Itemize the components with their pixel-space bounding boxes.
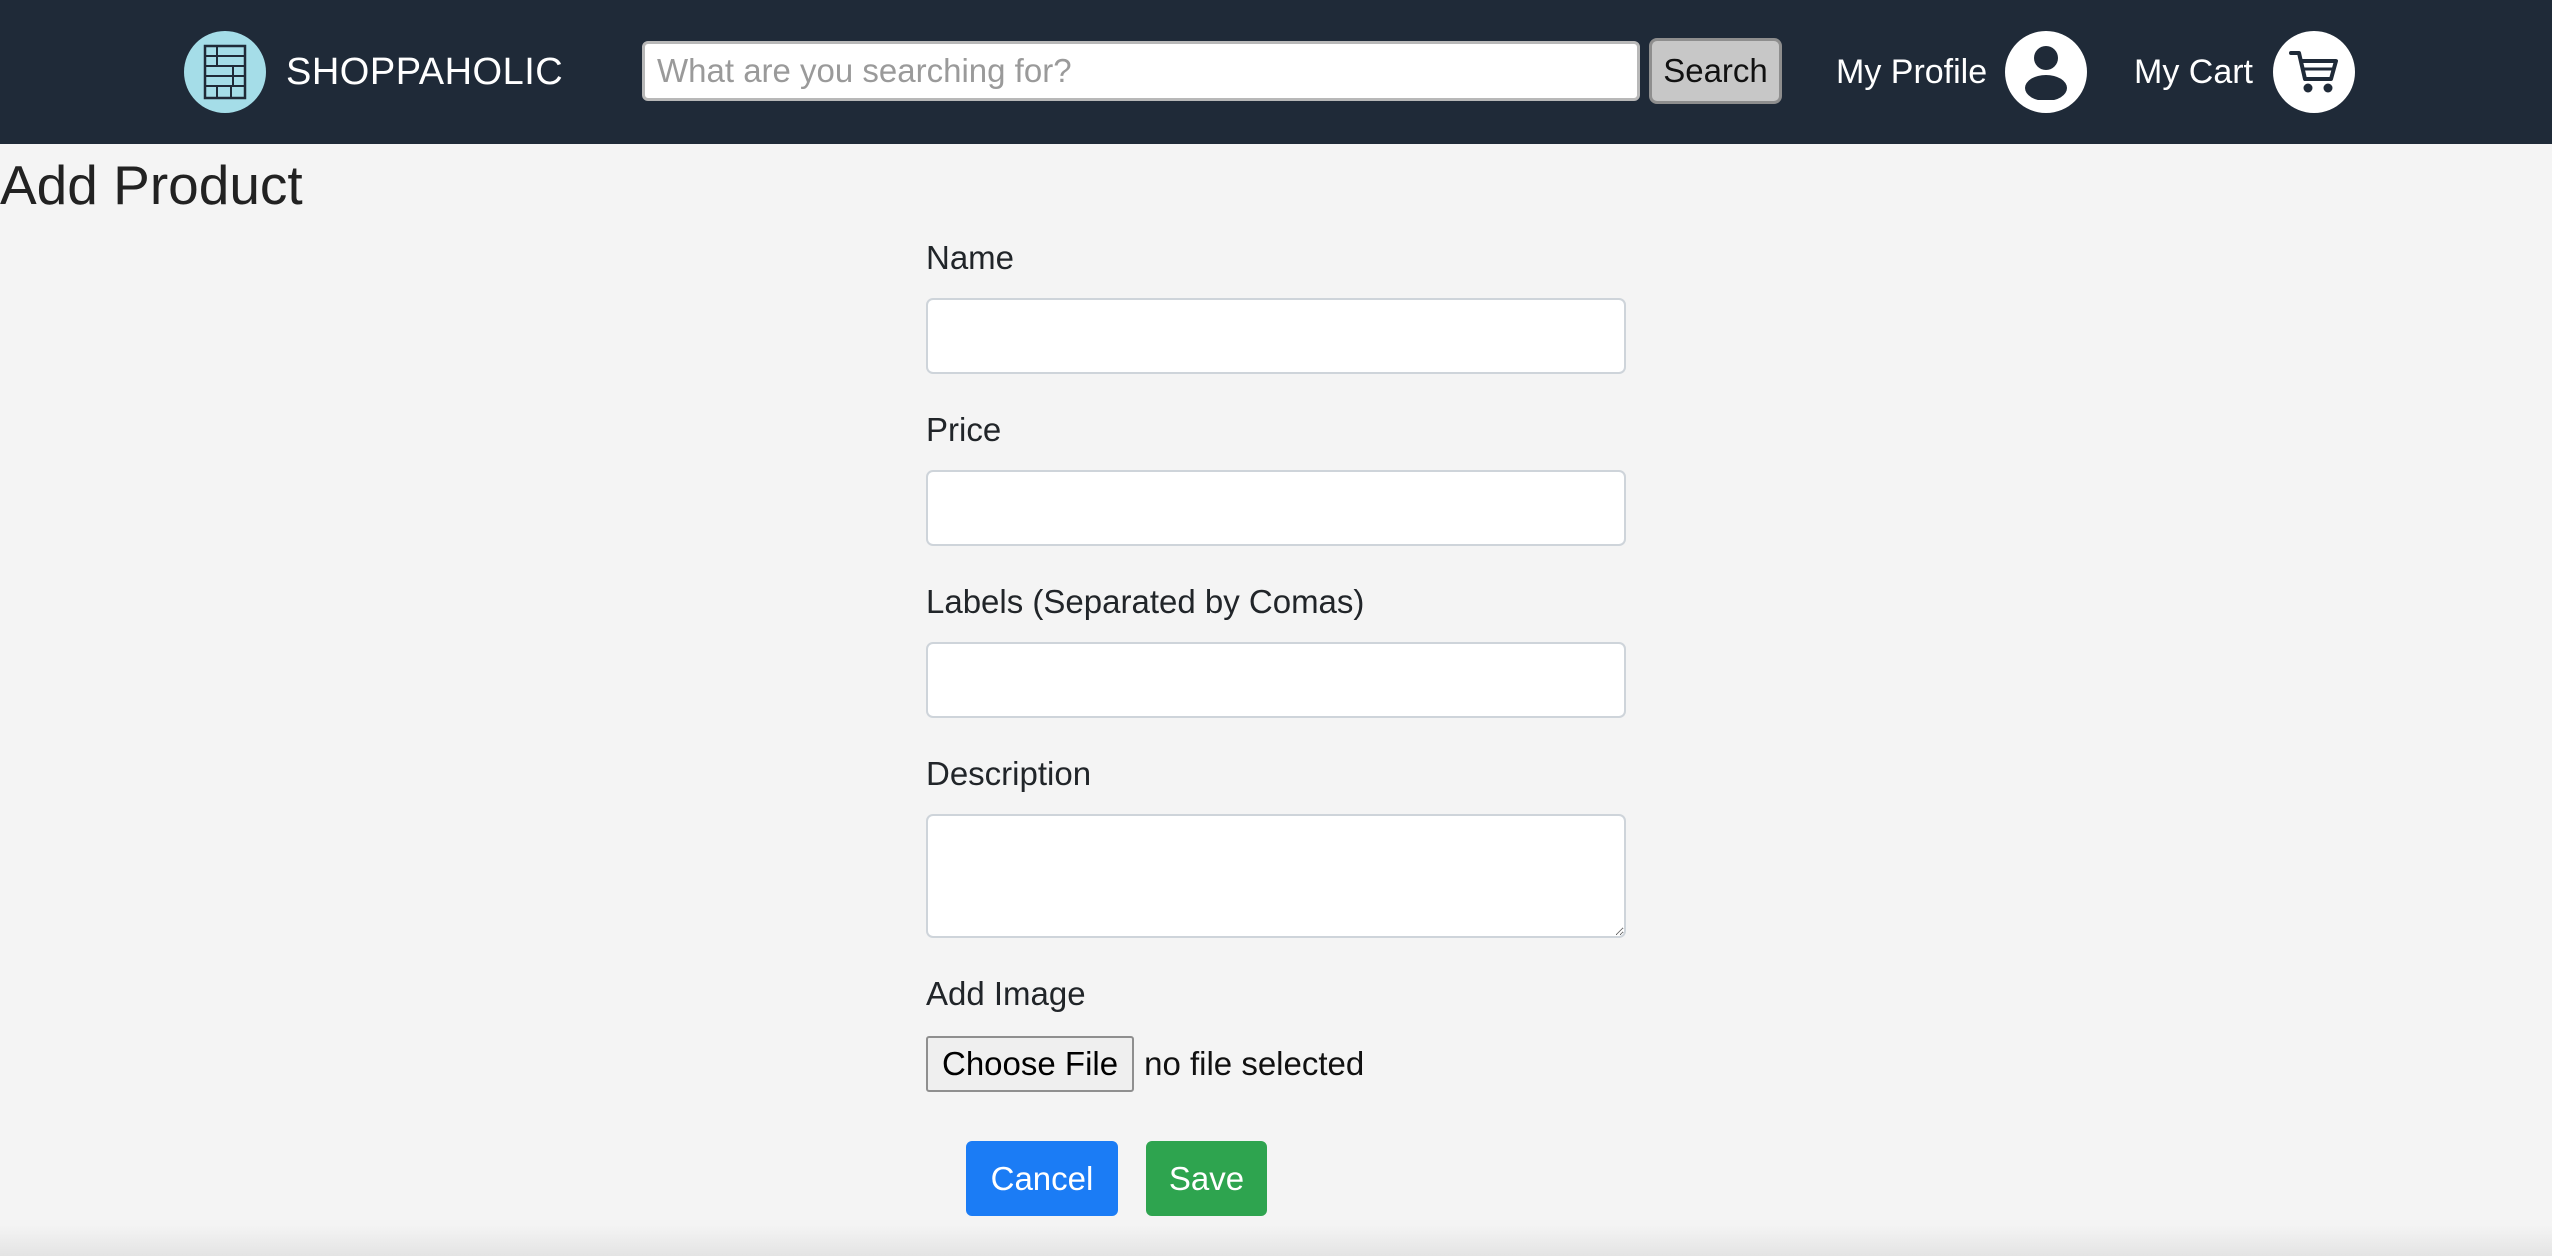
labels-label: Labels (Separated by Comas) xyxy=(926,583,1365,620)
brand-link[interactable]: SHOPPAHOLIC xyxy=(184,30,563,114)
name-label: Name xyxy=(926,239,1015,276)
description-label: Description xyxy=(926,755,1092,792)
save-button[interactable]: Save xyxy=(1146,1141,1267,1216)
my-profile-label: My Profile xyxy=(1836,52,1988,91)
page-title: Add Product xyxy=(0,154,303,216)
file-picker: Choose File no file selected xyxy=(926,1035,1364,1093)
bottom-shadow xyxy=(0,1225,2552,1256)
description-field[interactable] xyxy=(926,814,1626,938)
add-image-label: Add Image xyxy=(926,975,1086,1012)
price-label: Price xyxy=(926,411,1002,448)
my-cart-link[interactable]: My Cart xyxy=(2134,30,2355,114)
name-field[interactable] xyxy=(926,298,1626,374)
search-button[interactable]: Search xyxy=(1649,38,1782,104)
file-status-text: no file selected xyxy=(1144,1045,1365,1082)
labels-field[interactable] xyxy=(926,642,1626,718)
search-input[interactable] xyxy=(642,41,1640,101)
my-profile-link[interactable]: My Profile xyxy=(1836,30,2088,114)
user-icon xyxy=(2005,31,2088,113)
store-logo-icon xyxy=(184,31,266,113)
brand-name: SHOPPAHOLIC xyxy=(286,50,564,93)
top-navbar: SHOPPAHOLIC Search My Profile My Cart xyxy=(0,0,2552,144)
price-field[interactable] xyxy=(926,470,1626,546)
cancel-button[interactable]: Cancel xyxy=(966,1141,1118,1216)
choose-file-button[interactable]: Choose File xyxy=(926,1036,1135,1092)
my-cart-label: My Cart xyxy=(2134,52,2253,91)
shopping-cart-icon xyxy=(2273,31,2355,113)
